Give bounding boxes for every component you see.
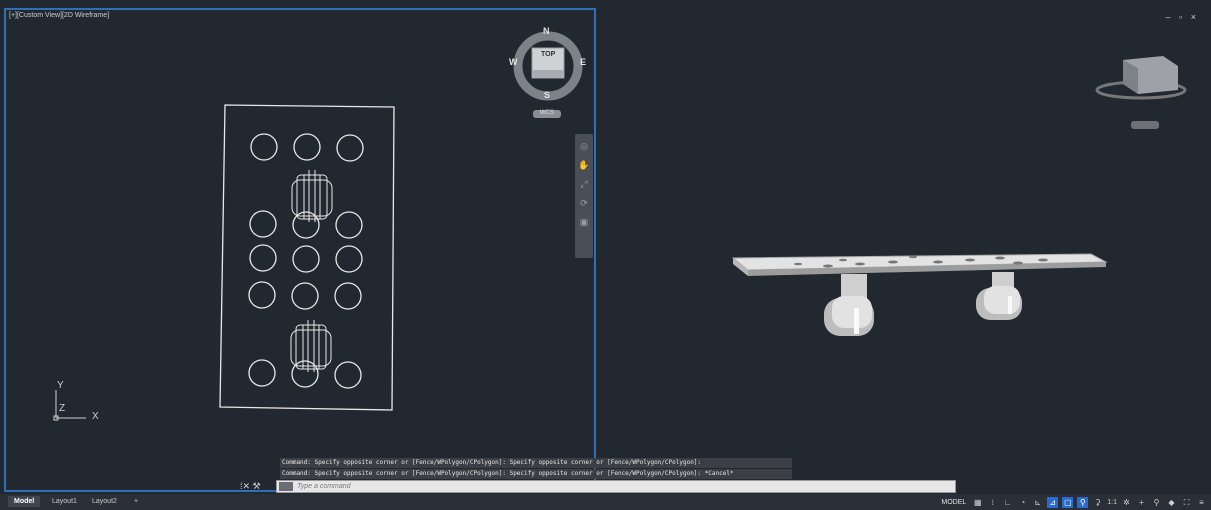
left-viewport[interactable]: [+][Custom View][2D Wireframe] N S E W T… [4,8,596,492]
tab-layout2[interactable]: Layout2 [86,496,123,507]
command-history-line: Command: Specify opposite corner or [Fen… [280,469,792,479]
steeringwheel-icon[interactable]: ◎ [577,139,591,153]
tab-model[interactable]: Model [8,496,41,507]
navigation-bar[interactable]: ◎ ✋ ⤢ ⟳ ▣ [575,134,593,258]
grid-icon[interactable]: ▦ [972,497,983,508]
hardware-accel-icon[interactable]: ◆ [1166,497,1177,508]
command-input[interactable]: Type a command [276,480,956,493]
plate-outline [219,104,395,411]
command-line: ⁞✕ ⚒ Type a command [240,480,958,494]
bracket-left-3d [824,274,874,336]
add-layout-button[interactable]: + [128,496,144,507]
wcs-menu[interactable]: WCS [540,110,554,116]
viewcube-3d [1095,56,1187,129]
polar-icon[interactable]: ◔ [1017,497,1028,508]
showmotion-icon[interactable]: ▣ [577,215,591,229]
workspace-icon[interactable]: ✲ [1121,497,1132,508]
status-bar: Model Layout1 Layout2 + MODEL ▦ ⁝ ∟ ◔ ⊾ … [0,494,1211,510]
selection-icon[interactable]: ▢ [1062,496,1074,508]
zoom-icon[interactable]: ⤢ [577,177,591,191]
compass-east[interactable]: E [580,57,586,67]
isodraft-icon[interactable]: ⊾ [1032,497,1043,508]
ortho-icon[interactable]: ∟ [1002,497,1013,508]
snap-icon[interactable]: ⁝ [987,497,998,508]
command-prefix-icon[interactable] [279,482,293,491]
ucs-y-label: Y [57,380,64,391]
viewcube-compass [513,31,583,101]
tab-layout1[interactable]: Layout1 [46,496,83,507]
osnap-icon[interactable]: ⊿ [1047,496,1059,508]
model-space-button[interactable]: MODEL [941,499,966,506]
annotation-visibility-icon[interactable]: ⚳ [1092,497,1103,508]
customize-icon[interactable]: ≡ [1196,497,1207,508]
annotation-icon[interactable]: ⚲ [1077,496,1089,508]
ucs-x-label: X [92,411,99,422]
3d-model-view [731,56,1187,336]
right-viewport[interactable]: – ▫ × [598,8,1207,492]
pan-icon[interactable]: ✋ [577,158,591,172]
units-icon[interactable]: + [1136,497,1147,508]
clean-screen-icon[interactable]: ⛶ [1181,497,1192,508]
status-tray: MODEL ▦ ⁝ ∟ ◔ ⊾ ⊿ ▢ ⚲ ⚳ 1:1 ✲ + ⚲ ◆ ⛶ ≡ [941,495,1207,509]
compass-west[interactable]: W [509,57,518,67]
bracket-right-3d [976,272,1022,320]
isolate-icon[interactable]: ⚲ [1151,497,1162,508]
annotation-scale[interactable]: 1:1 [1107,499,1117,506]
ucs-z-label: Z [59,403,66,414]
viewcube-face-top[interactable]: TOP [541,51,555,58]
orbit-icon[interactable]: ⟳ [577,196,591,210]
command-tools[interactable]: ⁞✕ ⚒ [240,481,261,492]
compass-north[interactable]: N [543,26,550,36]
holes [248,133,364,389]
compass-south[interactable]: S [544,90,550,100]
command-history-line: Command: Specify opposite corner or [Fen… [280,458,792,468]
